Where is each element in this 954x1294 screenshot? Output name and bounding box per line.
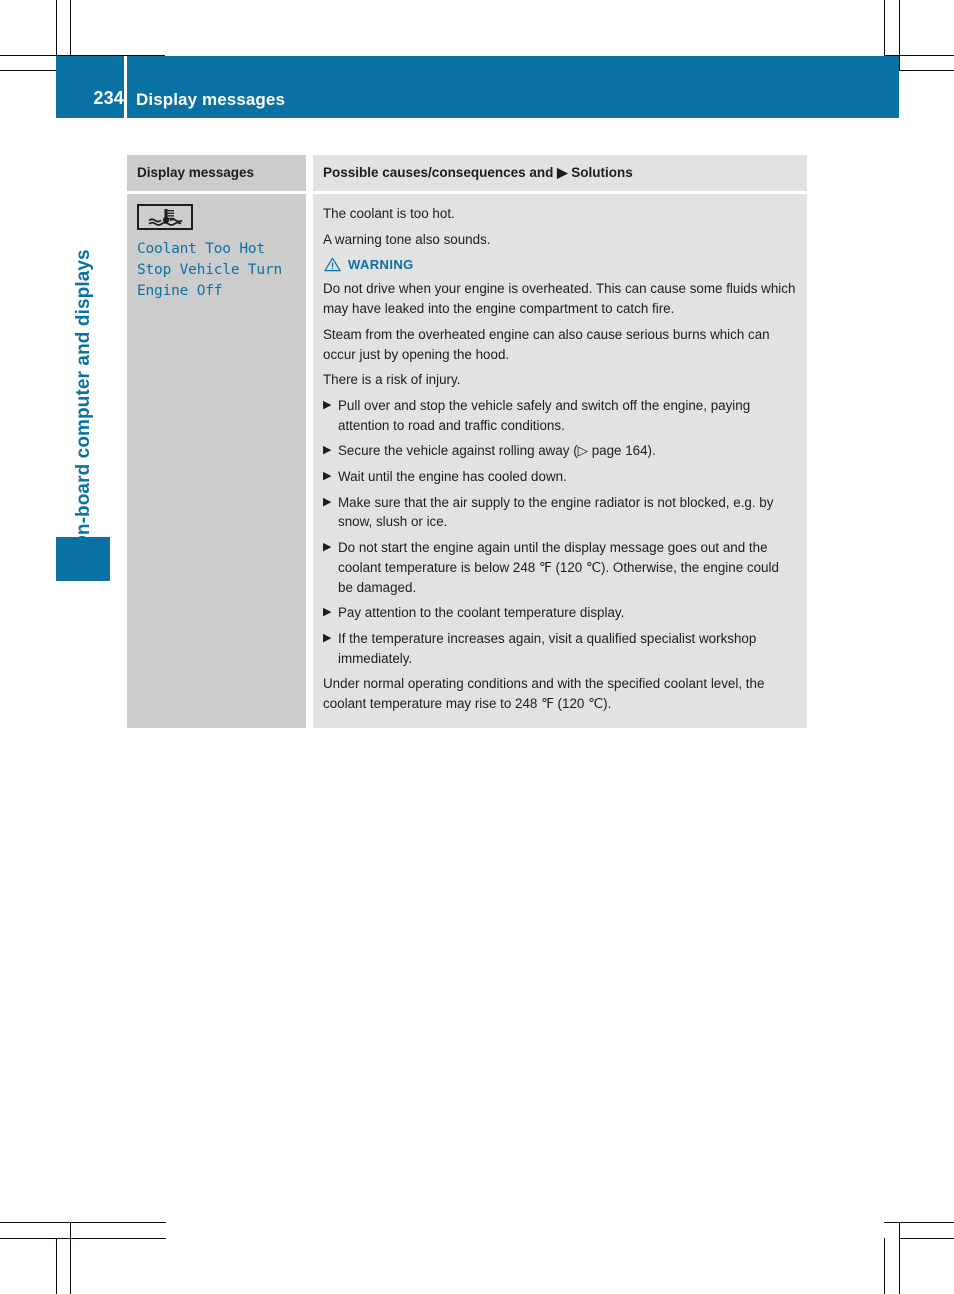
crop-mark-top-right-v	[884, 0, 885, 56]
warning-paragraph-3: There is a risk of injury.	[323, 372, 461, 388]
list-item: ▶ Do not start the engine again until th…	[323, 538, 797, 597]
crop-mark-bottom-left-h2	[0, 1238, 166, 1239]
bullet-triangle-icon: ▶	[323, 444, 332, 457]
list-item: ▶ Make sure that the air supply to the e…	[323, 493, 797, 532]
crop-mark-bottom-left-v	[56, 1238, 57, 1294]
warning-triangle-icon	[324, 258, 341, 272]
intro-paragraph-1: The coolant is too hot.	[323, 206, 455, 221]
column-gap	[306, 194, 313, 728]
list-item: ▶ Secure the vehicle against rolling awa…	[323, 441, 797, 461]
list-item-text: If the temperature increases again, visi…	[338, 630, 757, 666]
list-item: ▶ Pull over and stop the vehicle safely …	[323, 396, 797, 435]
crop-mark-bottom-right-h2	[899, 1238, 954, 1239]
coolant-temperature-warning-icon	[137, 204, 193, 230]
crop-mark-top-right-h2	[899, 70, 954, 71]
bullet-triangle-icon: ▶	[323, 470, 332, 483]
table-header-row: Display messages Possible causes/consequ…	[127, 155, 807, 191]
table-cell-causes-solutions: The coolant is too hot. A warning tone a…	[313, 194, 807, 728]
list-item-text: Secure the vehicle against rolling away …	[338, 443, 656, 459]
intro-paragraph-2: A warning tone also sounds.	[323, 231, 491, 247]
list-item: ▶ Pay attention to the coolant temperatu…	[323, 603, 797, 623]
page-title: Display messages	[136, 90, 286, 109]
bullet-triangle-icon: ▶	[323, 606, 332, 619]
closing-paragraph: Under normal operating conditions and wi…	[323, 676, 765, 712]
crop-mark-bottom-left-v2	[70, 1222, 71, 1294]
crop-mark-bottom-right-h	[884, 1222, 954, 1223]
bullet-triangle-icon: ▶	[323, 631, 332, 644]
crop-mark-top-left-v2	[70, 0, 71, 56]
list-item-text: Wait until the engine has cooled down.	[338, 469, 567, 485]
list-item-text: Make sure that the air supply to the eng…	[338, 494, 774, 530]
bullet-triangle-icon: ▶	[323, 541, 332, 554]
table-header-display-messages: Display messages	[127, 155, 306, 191]
page-number: 234	[93, 88, 124, 108]
warning-paragraph-2: Steam from the overheated engine can als…	[323, 326, 770, 362]
table-row: Coolant Too Hot Stop Vehicle Turn Engine…	[127, 194, 807, 728]
bullet-triangle-icon: ▶	[323, 398, 332, 411]
list-item: ▶ Wait until the engine has cooled down.	[323, 467, 797, 487]
solutions-list: ▶ Pull over and stop the vehicle safely …	[323, 396, 797, 668]
chapter-thumb-tab	[56, 537, 110, 581]
chapter-label: On-board computer and displays	[73, 249, 94, 550]
column-gap	[306, 155, 313, 191]
warning-paragraph-1: Do not drive when your engine is overhea…	[323, 281, 796, 317]
table-cell-display-message: Coolant Too Hot Stop Vehicle Turn Engine…	[127, 194, 306, 728]
header-divider	[124, 56, 127, 118]
display-messages-table: Display messages Possible causes/consequ…	[127, 155, 807, 728]
bullet-triangle-icon: ▶	[323, 495, 332, 508]
list-item-text: Pay attention to the coolant temperature…	[338, 605, 625, 621]
table-header-causes-solutions: Possible causes/consequences and ▶ Solut…	[313, 155, 807, 191]
crop-mark-bottom-right-v2	[899, 1222, 900, 1294]
warning-heading: WARNING	[324, 257, 797, 272]
crop-mark-top-left-v	[56, 0, 57, 56]
warning-label: WARNING	[348, 257, 414, 273]
display-message-text: Coolant Too Hot Stop Vehicle Turn Engine…	[137, 241, 283, 300]
crop-mark-top-right-v2	[899, 0, 900, 70]
list-item-text: Do not start the engine again until the …	[338, 540, 779, 595]
list-item: ▶ If the temperature increases again, vi…	[323, 629, 797, 668]
crop-mark-bottom-left-h	[0, 1222, 166, 1223]
crop-mark-bottom-right-v	[884, 1238, 885, 1294]
list-item-text: Pull over and stop the vehicle safely an…	[338, 397, 751, 433]
